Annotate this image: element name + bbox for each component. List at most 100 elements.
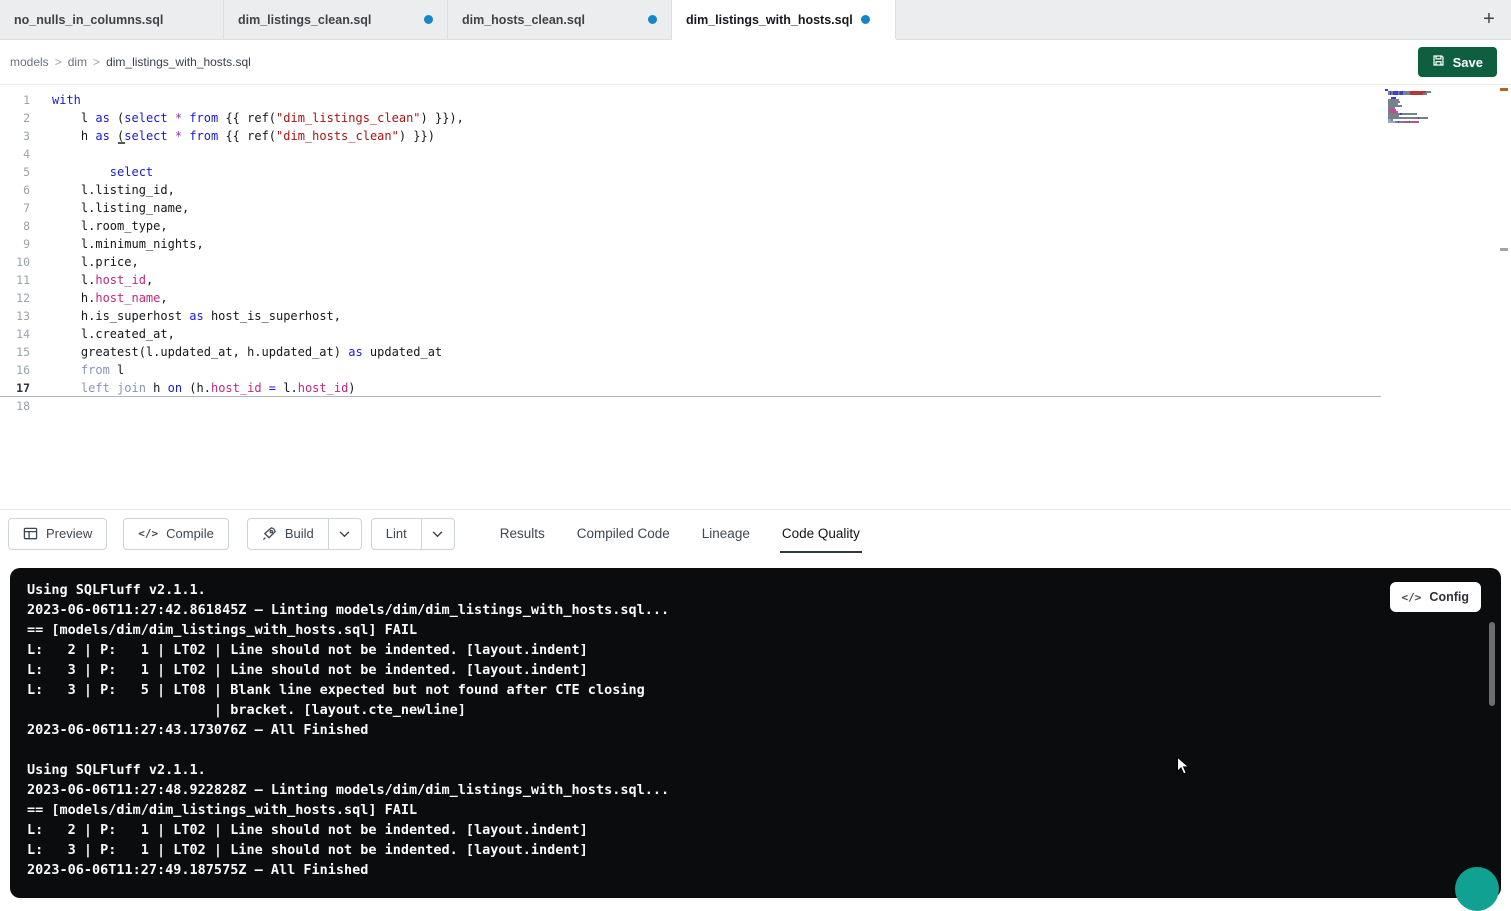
config-button[interactable]: </> Config <box>1390 582 1481 612</box>
tab-label: dim_listings_clean.sql <box>238 13 371 27</box>
token: from <box>189 129 218 143</box>
terminal-line: L: 3 | P: 1 | LT02 | Line should not be … <box>27 840 1501 860</box>
editor-tab-dim_listings_clean[interactable]: dim_listings_clean.sql <box>224 0 448 39</box>
code-text: from l <box>30 361 124 379</box>
line-number: 16 <box>0 361 30 379</box>
token: select <box>124 129 167 143</box>
line-number: 1 <box>0 91 30 109</box>
token: as <box>189 309 203 323</box>
line-number: 11 <box>0 271 30 289</box>
line-number: 5 <box>0 163 30 181</box>
breadcrumb-segment[interactable]: dim <box>68 55 87 69</box>
line-number: 14 <box>0 325 30 343</box>
minimap-seg <box>1423 93 1427 95</box>
token: host_id <box>211 381 262 395</box>
preview-button[interactable]: Preview <box>8 518 107 550</box>
code-text: l.host_id, <box>30 271 153 289</box>
code-line[interactable]: 13 h.is_superhost as host_is_superhost, <box>0 307 1381 325</box>
terminal-scrollbar[interactable] <box>1489 576 1495 868</box>
preview-label: Preview <box>46 526 92 541</box>
terminal-line: Using SQLFluff v2.1.1. <box>27 580 1501 600</box>
token: , <box>146 273 153 287</box>
scrollbar-thumb[interactable] <box>1489 622 1495 706</box>
breadcrumb-bar: models>dim>dim_listings_with_hosts.sql S… <box>0 40 1511 85</box>
result-tabs: Results Compiled Code Lineage Code Quality <box>500 522 860 545</box>
lint-dropdown-button[interactable] <box>421 518 455 550</box>
code-line[interactable]: 3 h as (select * from {{ ref("dim_hosts_… <box>0 127 1381 145</box>
code-line[interactable]: 4 <box>0 145 1381 163</box>
result-tab-results[interactable]: Results <box>500 522 545 545</box>
editor-tab-bar: no_nulls_in_columns.sql dim_listings_clea… <box>0 0 1511 40</box>
terminal-output[interactable]: Using SQLFluff v2.1.1. 2023-06-06T11:27:4… <box>27 580 1501 880</box>
code-line[interactable]: 10 l.price, <box>0 253 1381 271</box>
terminal-line: 2023-06-06T11:27:43.173076Z — All Finish… <box>27 720 1501 740</box>
lint-button[interactable]: Lint <box>371 518 422 550</box>
line-number: 2 <box>0 109 30 127</box>
code-line[interactable]: 7 l.listing_name, <box>0 199 1381 217</box>
token: greatest(l.updated_at, h.updated_at) <box>52 345 348 359</box>
chevron-down-icon <box>432 526 443 541</box>
save-button[interactable]: Save <box>1418 47 1497 77</box>
token: , <box>160 291 167 305</box>
code-icon: </> <box>138 527 158 540</box>
compile-button[interactable]: </> Compile <box>123 518 229 550</box>
token: host_id <box>95 273 146 287</box>
tab-label: no_nulls_in_columns.sql <box>14 13 163 27</box>
token: = <box>269 381 276 395</box>
new-tab-button[interactable]: + <box>1467 0 1511 39</box>
code-line[interactable]: 1with <box>0 91 1381 109</box>
editor-tab-no_nulls_in_columns[interactable]: no_nulls_in_columns.sql <box>0 0 224 39</box>
code-line[interactable]: 2 l as (select * from {{ ref("dim_listin… <box>0 109 1381 127</box>
minimap-seg <box>1418 121 1419 123</box>
result-tab-lineage[interactable]: Lineage <box>702 522 750 545</box>
token: l.listing_name, <box>52 201 189 215</box>
code-line[interactable]: 16 from l <box>0 361 1381 379</box>
code-text <box>30 145 52 163</box>
editor-scrollbar[interactable] <box>1497 85 1511 509</box>
build-label: Build <box>285 526 314 541</box>
action-toolbar: Preview </> Compile Build Lint Results Co… <box>0 509 1511 557</box>
code-line[interactable]: 9 l.minimum_nights, <box>0 235 1381 253</box>
editor-tab-dim_listings_with_hosts[interactable]: dim_listings_with_hosts.sql <box>672 0 896 39</box>
code-line[interactable]: 11 l.host_id, <box>0 271 1381 289</box>
code-editor[interactable]: 1with2 l as (select * from {{ ref("dim_l… <box>0 85 1511 509</box>
breadcrumb-segment[interactable]: dim_listings_with_hosts.sql <box>106 55 251 69</box>
code-line[interactable]: 12 h.host_name, <box>0 289 1381 307</box>
code-text: h.is_superhost as host_is_superhost, <box>30 307 341 325</box>
code-line[interactable]: 5 select <box>0 163 1381 181</box>
scrollbar-annotation <box>1500 248 1508 251</box>
token: select <box>110 165 153 179</box>
token: l.room_type, <box>52 219 168 233</box>
config-label: Config <box>1429 590 1469 604</box>
code-line[interactable]: 6 l.listing_id, <box>0 181 1381 199</box>
breadcrumb-segment[interactable]: models <box>10 55 49 69</box>
token: l.minimum_nights, <box>52 237 204 251</box>
minimap[interactable] <box>1385 89 1465 125</box>
token: ) }}) <box>399 129 435 143</box>
build-button[interactable]: Build <box>247 518 329 550</box>
preview-grid-icon <box>23 526 38 541</box>
code-line[interactable]: 14 l.created_at, <box>0 325 1381 343</box>
result-tab-code-quality[interactable]: Code Quality <box>782 522 860 545</box>
terminal-line: | bracket. [layout.cte_newline] <box>27 700 1501 720</box>
code-line[interactable]: 18 <box>0 397 1381 415</box>
code-line[interactable]: 15 greatest(l.updated_at, h.updated_at) … <box>0 343 1381 361</box>
terminal-line: 2023-06-06T11:27:48.922828Z — Linting mo… <box>27 780 1501 800</box>
code-text: with <box>30 91 81 109</box>
tab-label: dim_hosts_clean.sql <box>462 13 585 27</box>
line-number: 7 <box>0 199 30 217</box>
code-text: l.minimum_nights, <box>30 235 204 253</box>
chevron-down-icon <box>339 526 350 541</box>
result-tab-compiled-code[interactable]: Compiled Code <box>577 522 670 545</box>
token: host_is_superhost, <box>204 309 341 323</box>
help-bubble-button[interactable] <box>1455 867 1499 911</box>
editor-tab-dim_hosts_clean[interactable]: dim_hosts_clean.sql <box>448 0 672 39</box>
build-dropdown-button[interactable] <box>328 518 362 550</box>
code-line[interactable]: 8 l.room_type, <box>0 217 1381 235</box>
token: l.price, <box>52 255 139 269</box>
token <box>168 111 175 125</box>
code-line[interactable]: 17 left join h on (h.host_id = l.host_id… <box>0 379 1381 397</box>
line-number: 18 <box>0 397 30 415</box>
tab-label: dim_listings_with_hosts.sql <box>686 13 853 27</box>
token: l <box>110 363 124 377</box>
